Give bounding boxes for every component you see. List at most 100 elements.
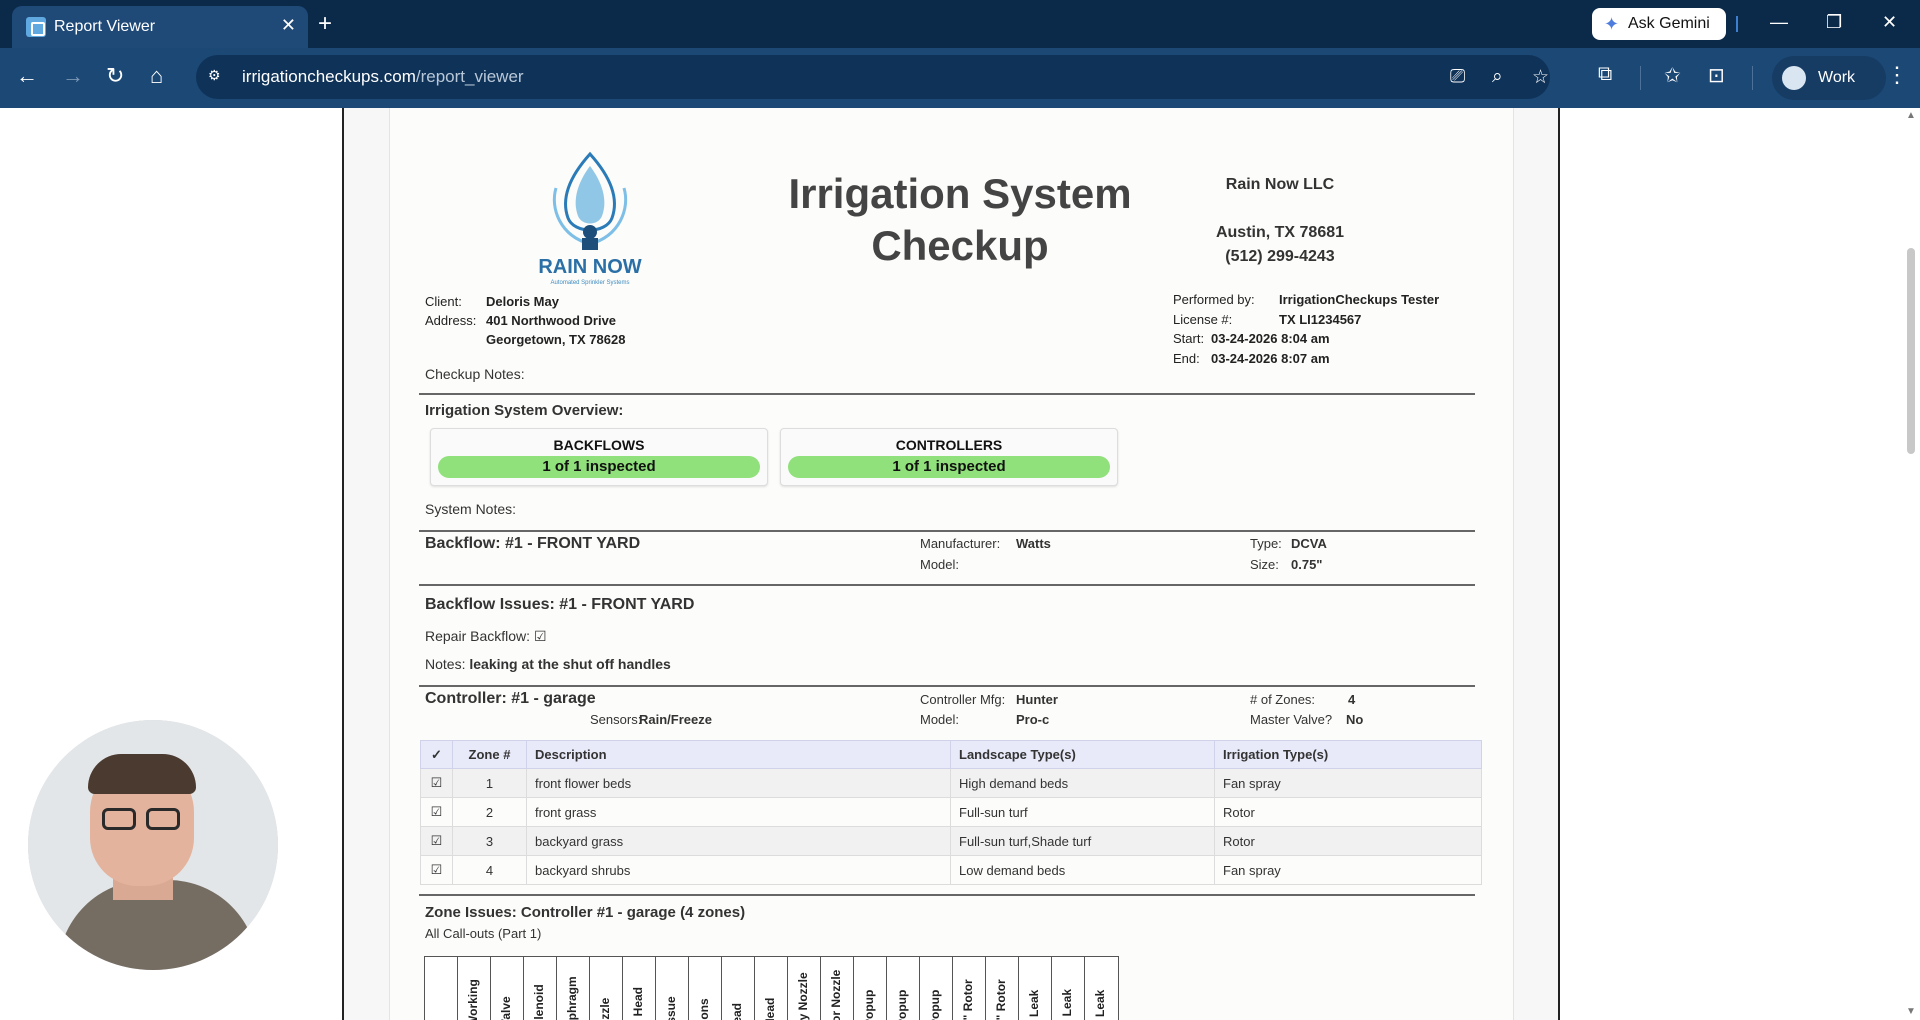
- zone-description: front flower beds: [526, 768, 951, 798]
- zones-count-label: # of Zones:: [1250, 692, 1316, 707]
- install-icon[interactable]: ⎚: [1450, 66, 1465, 88]
- bookmark-star-icon[interactable]: ☆: [1532, 66, 1549, 89]
- zone-check: ☑: [420, 768, 453, 798]
- zone-landscape: Full-sun turf: [950, 797, 1215, 827]
- tab-search-icon[interactable]: ⊡: [1708, 63, 1725, 88]
- menu-icon[interactable]: ⋮: [1886, 62, 1908, 88]
- repair-backflow-checkbox: ☑: [533, 628, 547, 644]
- callout-column-label: e Leak: [1093, 989, 1107, 1020]
- backflow-manufacturer-label: Manufacturer:: [920, 536, 1001, 551]
- site-info-icon[interactable]: ⚙: [208, 67, 228, 87]
- new-tab-button[interactable]: +: [318, 10, 332, 38]
- controller-model-label: Model:: [920, 712, 960, 727]
- callout-column-header: tions: [689, 957, 722, 1020]
- end-label: End:: [1173, 350, 1200, 366]
- callout-column-header: Popup: [854, 957, 887, 1020]
- report-frame: RAIN NOW Automated Sprinkler Systems Irr…: [342, 108, 1560, 1020]
- callout-column-header: lead: [722, 957, 755, 1020]
- address-bar[interactable]: ⚙ irrigationcheckups.com/report_viewer ⎚…: [196, 55, 1550, 99]
- scroll-up-icon[interactable]: ▲: [1906, 110, 1916, 121]
- callout-column-header: tor Nozzle: [821, 957, 854, 1020]
- zone-column-header: Zone #: [452, 740, 527, 769]
- report-title-line2: Checkup: [871, 222, 1049, 269]
- address-line2: Georgetown, TX 78628: [486, 332, 626, 347]
- restore-icon[interactable]: ❐: [1826, 12, 1842, 33]
- controllers-card-title: CONTROLLERS: [895, 437, 1003, 453]
- backflow-type-label: Type:: [1250, 536, 1282, 551]
- callout-column-header: Valve: [491, 957, 524, 1020]
- close-window-icon[interactable]: ✕: [1882, 12, 1897, 33]
- start-time: 03-24-2026 8:04 am: [1211, 331, 1330, 346]
- url-host: irrigationcheckups.com: [242, 67, 416, 86]
- callout-column-header: d Head: [623, 957, 656, 1020]
- callout-column-label: e Leak: [1027, 989, 1041, 1020]
- callout-column-header: Head: [755, 957, 788, 1020]
- callout-column-header: g Leak: [1052, 957, 1085, 1020]
- master-valve-label: Master Valve?: [1250, 712, 1333, 727]
- callout-column-label: 2" Rotor: [961, 979, 975, 1020]
- scroll-down-icon[interactable]: ▼: [1906, 1006, 1916, 1017]
- minimize-icon[interactable]: —: [1770, 12, 1788, 33]
- url-text[interactable]: irrigationcheckups.com/report_viewer: [242, 67, 524, 87]
- controller-model: Pro-c: [1016, 712, 1050, 727]
- back-icon[interactable]: ←: [16, 64, 38, 88]
- close-tab-icon[interactable]: ✕: [281, 15, 296, 36]
- client-name: Deloris May: [486, 294, 559, 309]
- browser-tab[interactable]: Report Viewer ✕: [12, 6, 308, 48]
- master-valve: No: [1346, 712, 1364, 727]
- bookmarks-icon[interactable]: ✩: [1664, 63, 1681, 88]
- controllers-progress: 1 of 1 inspected: [788, 456, 1110, 478]
- zones-count: 4: [1348, 692, 1356, 707]
- divider: [419, 530, 1475, 532]
- company-phone: (512) 299-4243: [1225, 248, 1335, 265]
- forward-icon[interactable]: →: [62, 64, 84, 88]
- callout-column-label: tions: [697, 998, 711, 1020]
- page-viewport: RAIN NOW Automated Sprinkler Systems Irr…: [0, 108, 1920, 1020]
- zone-irrigation: Fan spray: [1214, 768, 1482, 798]
- backflow-notes: Notes: leaking at the shut off handles: [425, 656, 671, 672]
- callouts-subtitle: All Call-outs (Part 1): [425, 926, 542, 941]
- system-notes-label: System Notes:: [425, 501, 517, 517]
- address-line1: 401 Northwood Drive: [486, 313, 617, 328]
- controller-title: Controller: #1 - garage: [425, 690, 596, 707]
- client-label: Client:: [425, 294, 462, 309]
- zone-check: ☑: [420, 797, 453, 827]
- callout-column-header: ay Nozzle: [788, 957, 821, 1020]
- tab-title: Report Viewer: [54, 18, 156, 35]
- zone-landscape: High demand beds: [950, 768, 1215, 798]
- reload-icon[interactable]: ↻: [106, 64, 124, 88]
- callout-column-header: #: [425, 957, 458, 1020]
- report-favicon-icon: [26, 17, 46, 37]
- divider: [1736, 16, 1738, 32]
- zone-number: 1: [452, 768, 527, 798]
- zone-issues-title: Zone Issues: Controller #1 - garage (4 z…: [425, 904, 746, 921]
- zone-check: ☑: [420, 826, 453, 856]
- divider: [419, 685, 1475, 687]
- callout-column-label: Valve: [499, 996, 513, 1020]
- zoom-icon[interactable]: ⌕: [1492, 66, 1503, 88]
- logo-tagline: Automated Sprinkler Systems: [550, 280, 630, 286]
- extensions-icon[interactable]: ⧉: [1598, 63, 1612, 86]
- callout-column-label: g Leak: [1060, 988, 1074, 1020]
- table-row: ☑ 1 front flower beds High demand beds F…: [420, 768, 1482, 798]
- page-scrollbar[interactable]: ▲ ▼: [1902, 108, 1920, 1020]
- backflow-notes-value: leaking at the shut off handles: [469, 656, 671, 672]
- callout-column-label: ay Nozzle: [796, 972, 810, 1020]
- performed-by: IrrigationCheckups Tester: [1279, 292, 1440, 307]
- profile-button[interactable]: Work: [1772, 56, 1886, 100]
- callout-column-header: 4" Rotor: [986, 957, 1019, 1020]
- avatar: [1782, 66, 1806, 90]
- scrollbar-thumb[interactable]: [1907, 248, 1915, 454]
- callout-column-label: Popup: [928, 989, 942, 1020]
- callouts-table-header: # Working Valve olenoid aphragm ozzle d Head Is…: [424, 956, 1119, 1020]
- license-label: License #:: [1173, 311, 1233, 327]
- zone-description: front grass: [526, 797, 951, 827]
- callout-column-header: e Leak: [1019, 957, 1052, 1020]
- check-column-header: ✓: [420, 740, 453, 769]
- ask-gemini-button[interactable]: ✦ Ask Gemini: [1592, 8, 1726, 40]
- table-row: ☑ 4 backyard shrubs Low demand beds Fan …: [420, 855, 1482, 885]
- home-icon[interactable]: ⌂: [150, 64, 163, 88]
- backflow-issues-title: Backflow Issues: #1 - FRONT YARD: [425, 596, 695, 613]
- callout-column-header: olenoid: [524, 957, 557, 1020]
- zone-irrigation: Rotor: [1214, 826, 1482, 856]
